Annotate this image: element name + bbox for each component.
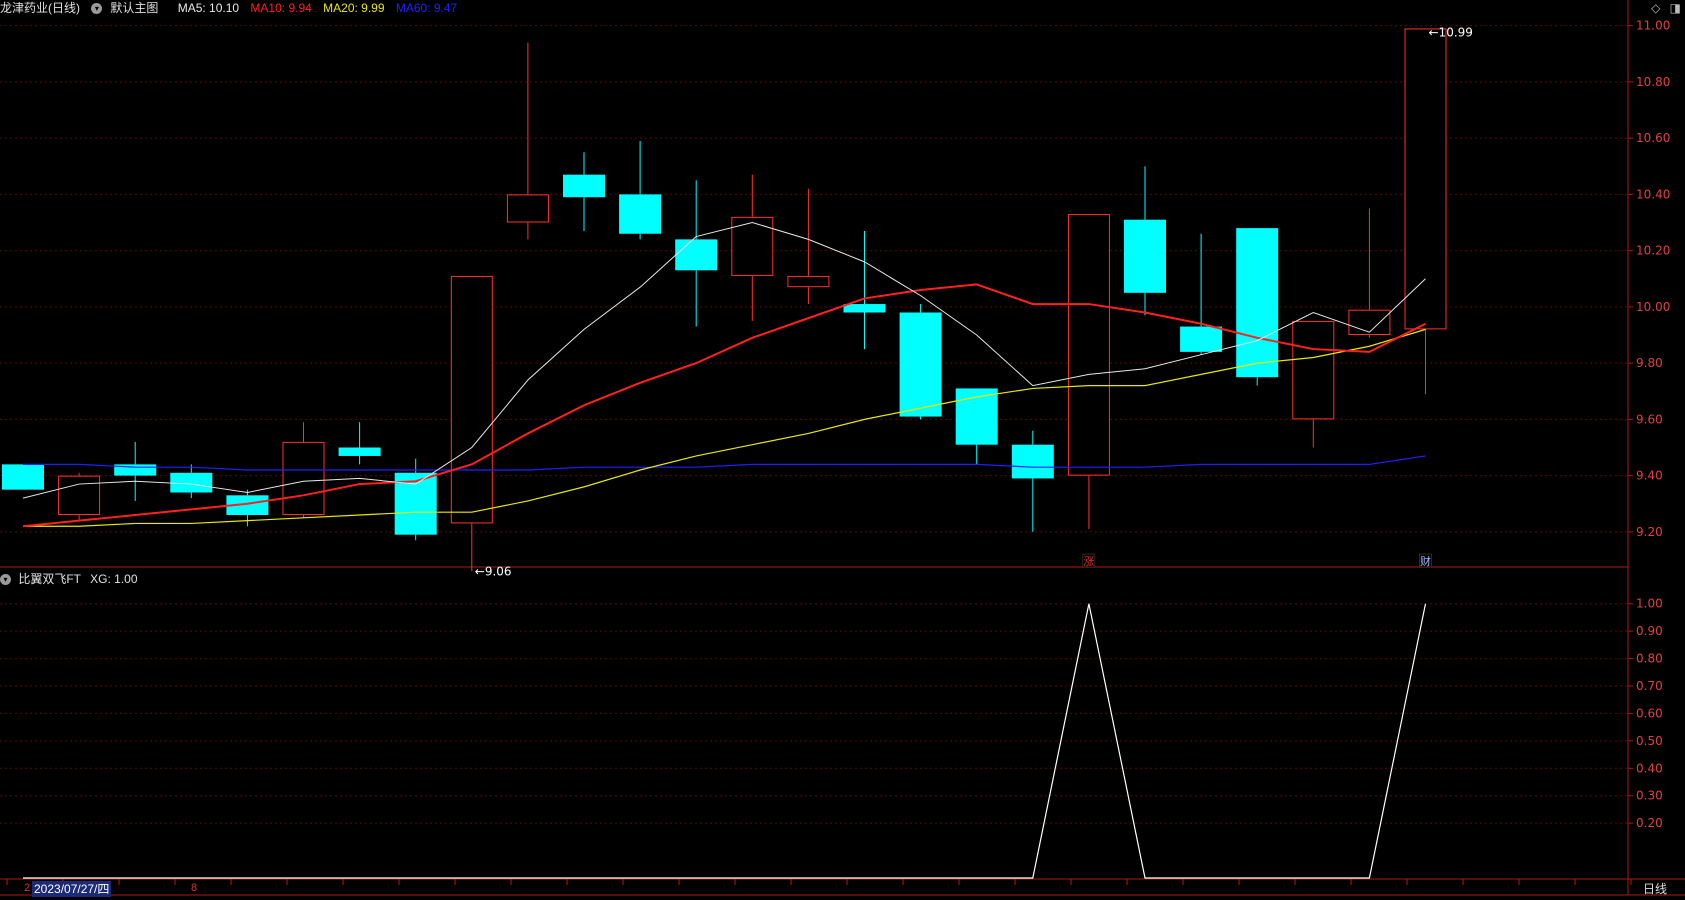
candle-body-up <box>450 275 493 524</box>
candle-body-down <box>563 174 605 198</box>
indicator-tick-label: 0.70 <box>1636 679 1663 693</box>
price-tick-label: 9.80 <box>1636 356 1663 370</box>
ma60-line <box>23 455 1426 471</box>
candle <box>1011 430 1054 532</box>
candle <box>675 180 718 327</box>
candle-body-down <box>2 464 44 490</box>
indicator-tick-label: 0.20 <box>1636 816 1663 830</box>
candle <box>506 42 549 240</box>
price-annotation: ←10.99 <box>1429 25 1473 39</box>
candle <box>787 188 830 305</box>
price-tick-label: 9.40 <box>1636 469 1663 483</box>
candle-body-up <box>787 275 830 288</box>
candle <box>170 464 213 499</box>
candle-body-up <box>58 475 101 515</box>
candle <box>899 304 942 420</box>
indicator-tick-label: 0.30 <box>1636 789 1663 803</box>
indicator-tick-label: 1.00 <box>1636 597 1663 611</box>
candle <box>394 458 437 541</box>
candle <box>1404 28 1447 395</box>
candlestick-series <box>2 28 1447 572</box>
price-annotation: ←9.06 <box>475 564 512 578</box>
price-axis: 11.00 10.80 10.60 10.40 10.20 10.00 9.80 9.60 9.… <box>1628 19 1670 539</box>
candle <box>731 174 774 321</box>
candle-body-up <box>1404 28 1447 330</box>
price-tick-label: 9.60 <box>1636 412 1663 426</box>
ma5-line <box>22 221 1426 499</box>
candle-body-down <box>675 239 718 271</box>
candle <box>843 230 886 350</box>
candle <box>619 140 662 240</box>
candle-body-down <box>170 472 213 493</box>
candle <box>1067 214 1110 530</box>
footer-mark-left: 2 <box>24 882 31 894</box>
candle-body-up <box>1348 309 1391 335</box>
indicator-axis: 1.00 0.90 0.80 0.70 0.60 0.50 0.40 0.30 0.20 <box>1628 597 1663 830</box>
candle-body-down <box>1236 228 1279 378</box>
candle-body-down <box>619 194 662 234</box>
signal-marker-label: 涨 <box>1083 555 1094 568</box>
candle-body-down <box>1124 219 1166 293</box>
candle-body-down <box>1011 444 1054 479</box>
price-tick-label: 10.60 <box>1636 131 1670 145</box>
candle <box>338 422 381 465</box>
candle <box>1292 320 1335 448</box>
indicator-tick-label: 0.90 <box>1636 624 1663 638</box>
indicator-tick-label: 0.50 <box>1636 734 1663 748</box>
indicator-gridlines <box>0 603 1628 824</box>
price-annotations: ←9.06 ←10.99 涨 财 <box>475 25 1473 578</box>
price-tick-label: 10.20 <box>1636 244 1670 258</box>
candle <box>563 152 605 231</box>
candle-body-up <box>1292 320 1335 420</box>
candle <box>1124 166 1166 316</box>
candle-body-down <box>899 312 942 417</box>
indicator-tick-label: 0.40 <box>1636 761 1663 775</box>
price-tick-label: 9.20 <box>1636 525 1663 539</box>
candle-body-down <box>338 447 381 456</box>
candle-body-up <box>1067 214 1110 476</box>
cursor-date: 2023/07/27/四 <box>32 881 112 897</box>
candle <box>58 472 101 521</box>
signal-marker-label: 财 <box>1420 554 1431 568</box>
candle <box>450 275 493 572</box>
indicator-tick-label: 0.80 <box>1636 652 1663 666</box>
candle-body-up <box>282 441 325 515</box>
indicator-tick-label: 0.60 <box>1636 706 1663 720</box>
candle <box>114 441 157 501</box>
chart-canvas[interactable]: 11.00 10.80 10.60 10.40 10.20 10.00 9.80 9.60 9.… <box>0 0 1685 900</box>
period-label[interactable]: 日线 <box>1643 881 1667 897</box>
price-tick-label: 10.80 <box>1636 75 1670 89</box>
price-tick-label: 10.00 <box>1636 300 1670 314</box>
footer-mark-right: 8 <box>191 882 198 894</box>
candle-body-down <box>843 304 886 313</box>
candle-body-up <box>506 194 549 223</box>
candle <box>2 464 44 490</box>
price-tick-label: 11.00 <box>1636 19 1670 33</box>
candle <box>1180 233 1223 355</box>
moving-average-lines <box>22 221 1426 528</box>
price-tick-label: 10.40 <box>1636 187 1670 201</box>
candle-body-down <box>1180 326 1223 352</box>
